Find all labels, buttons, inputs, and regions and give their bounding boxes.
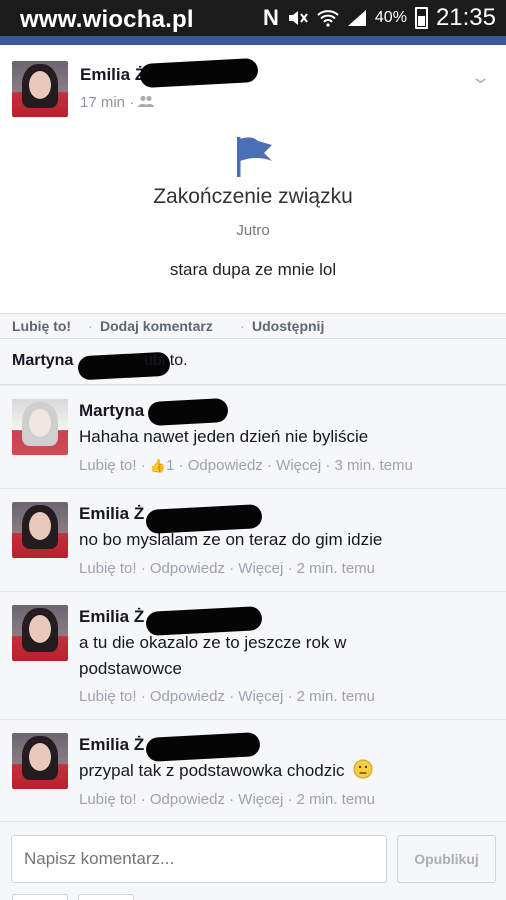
comment-like-link[interactable]: Lubię to!	[79, 560, 137, 577]
comment-meta: Lubię to! · Odpowiedz · Więcej · 2 min. …	[79, 791, 376, 808]
status-icons: N 40% 21:35	[263, 4, 496, 32]
clock: 21:35	[435, 4, 496, 31]
comment-composer: Opublikuj	[0, 822, 506, 900]
more-link[interactable]: Więcej	[238, 791, 283, 808]
nfc-icon: N	[263, 5, 279, 30]
signal-icon	[347, 10, 366, 26]
likes-text: ubi to.	[144, 352, 188, 369]
comment-meta: Lubię to! · Odpowiedz · Więcej · 2 min. …	[79, 688, 376, 705]
comment-text: no bo myslalam ze on teraz do gim idzie	[79, 530, 383, 549]
avatar[interactable]	[12, 605, 68, 661]
comment-like-link[interactable]: Lubię to!	[79, 457, 137, 474]
more-link[interactable]: Więcej	[238, 688, 283, 705]
comment-time[interactable]: 2 min. temu	[297, 560, 375, 577]
censor-scribble	[147, 397, 229, 427]
separator: ·	[88, 318, 93, 334]
comment-author[interactable]: Emilia Ż	[79, 504, 144, 524]
comment: Emilia Ż przypal tak z podstawowka chodz…	[0, 720, 506, 822]
sticker-button[interactable]	[78, 894, 134, 900]
attach-photo-button[interactable]	[12, 894, 68, 900]
post-author[interactable]: Emilia Ż	[80, 65, 145, 85]
chevron-down-icon[interactable]: ⌄	[470, 67, 491, 88]
separator: ·	[240, 318, 245, 334]
comment-like-link[interactable]: Lubię to!	[79, 688, 137, 705]
event-title: Zakończenie związku	[153, 185, 353, 208]
censor-scribble	[139, 57, 259, 89]
share-button[interactable]: Udostępnij	[252, 318, 324, 334]
event-date: Jutro	[236, 222, 270, 239]
reply-link[interactable]: Odpowiedz	[150, 688, 225, 705]
flag-icon	[237, 137, 272, 177]
wifi-icon	[317, 10, 339, 27]
reply-link[interactable]: Odpowiedz	[150, 791, 225, 808]
app-header-strip	[0, 36, 506, 45]
more-link[interactable]: Więcej	[238, 560, 283, 577]
more-link[interactable]: Więcej	[276, 457, 321, 474]
comment-author[interactable]: Emilia Ż	[79, 735, 144, 755]
avatar[interactable]	[12, 61, 68, 117]
comment-time[interactable]: 2 min. temu	[297, 791, 375, 808]
avatar[interactable]	[12, 502, 68, 558]
smiley-icon	[353, 759, 373, 779]
comment-input[interactable]	[11, 835, 387, 883]
status-bar: www.wiocha.pl N 40% 21:35	[0, 0, 506, 36]
comment-time[interactable]: 3 min. temu	[335, 457, 413, 474]
comment-text: przypal tak z podstawowka chodzic	[79, 758, 489, 784]
comment-meta: Lubię to! · Odpowiedz · Więcej · 2 min. …	[79, 560, 376, 577]
comment-like-link[interactable]: Lubię to!	[79, 791, 137, 808]
post-time[interactable]: 17 min	[80, 94, 125, 111]
post-text: stara dupa ze mnie lol	[169, 260, 337, 279]
watermark: www.wiocha.pl	[20, 6, 194, 33]
post-actions: Lubię to! · Dodaj komentarz · Udostępnij	[0, 313, 506, 339]
avatar[interactable]	[12, 399, 68, 455]
thumbs-up-icon: 👍	[149, 458, 167, 473]
reply-link[interactable]: Odpowiedz	[188, 457, 263, 474]
reply-link[interactable]: Odpowiedz	[150, 560, 225, 577]
comment-meta: Lubię to! · 👍1 · Odpowiedz · Więcej · 3 …	[79, 457, 413, 474]
like-count[interactable]: 1	[166, 457, 174, 474]
liker-name[interactable]: Martyna	[12, 352, 73, 370]
comment: Emilia Ż a tu die okazalo ze to jeszcze …	[0, 592, 506, 720]
post-card: Emilia Ż 17 min · ⌄ Zakończenie związku …	[0, 45, 506, 313]
likes-summary[interactable]: Martyna ubi to.	[0, 339, 506, 385]
comment: Emilia Ż no bo myslalam ze on teraz do g…	[0, 489, 506, 592]
post-meta: 17 min ·	[80, 94, 155, 111]
avatar[interactable]	[12, 733, 68, 789]
comment-author[interactable]: Emilia Ż	[79, 607, 144, 627]
comment-text: Hahaha nawet jeden dzień nie byliście	[79, 427, 369, 446]
publish-button[interactable]: Opublikuj	[397, 835, 496, 883]
mute-icon	[288, 11, 308, 25]
comment-button[interactable]: Dodaj komentarz	[100, 318, 213, 334]
comment-author[interactable]: Martyna	[79, 401, 144, 421]
comment: Martyna Hahaha nawet jeden dzień nie byl…	[0, 386, 506, 489]
battery-percent: 40%	[374, 9, 407, 26]
comment-text: a tu die okazalo ze to jeszcze rok w pod…	[79, 633, 347, 678]
friends-icon	[138, 96, 155, 107]
like-button[interactable]: Lubię to!	[12, 318, 71, 334]
battery-icon	[414, 7, 428, 29]
comment-time[interactable]: 2 min. temu	[297, 688, 375, 705]
